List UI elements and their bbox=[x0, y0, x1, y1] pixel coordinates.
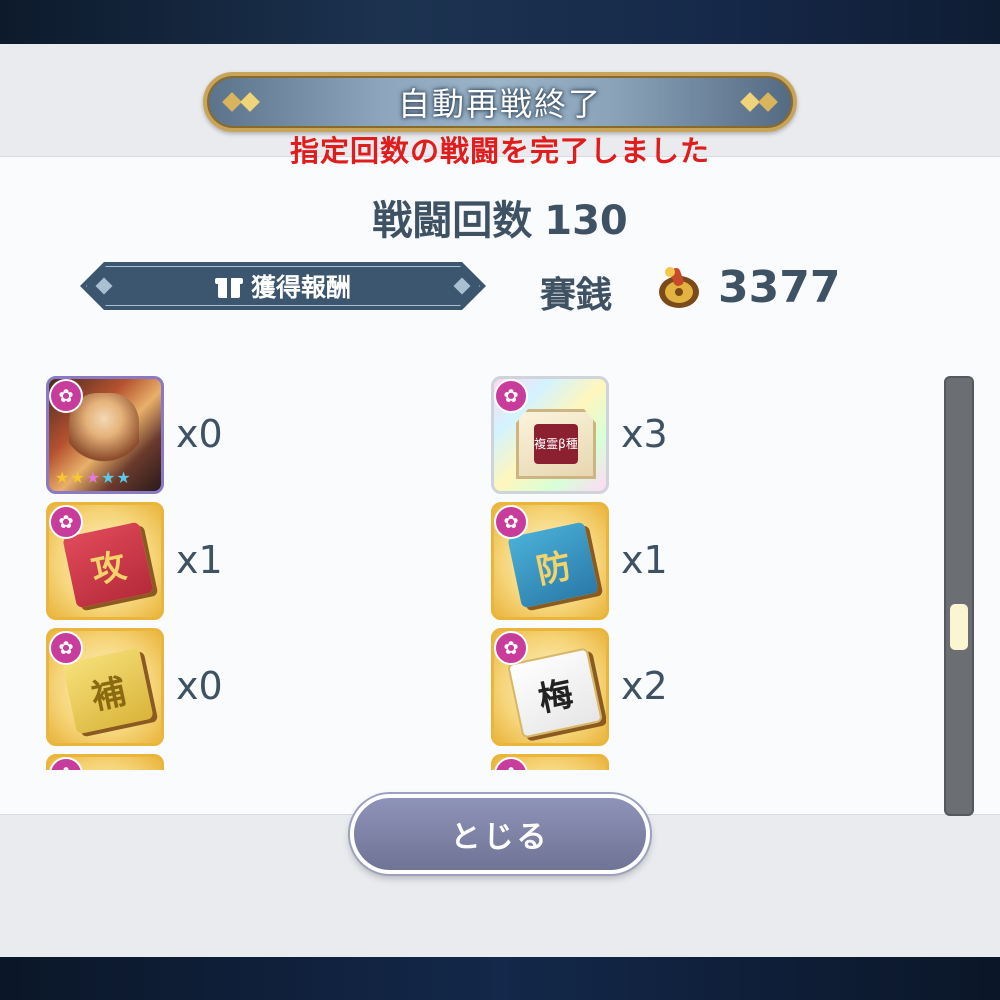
defense-book-icon: 防 ✿ bbox=[491, 502, 609, 620]
chrysanthemum-book-icon: 菊 ✿ bbox=[491, 754, 609, 770]
list-item[interactable]: 攻 ✿ x1 bbox=[46, 502, 376, 622]
flower-icon: ✿ bbox=[49, 631, 83, 665]
completion-notice: 指定回数の戦闘を完了しました bbox=[289, 134, 710, 168]
attack-book-icon: 攻 ✿ bbox=[46, 502, 164, 620]
coin-label: 賽銭 bbox=[540, 275, 613, 316]
plum-book-icon: 梅 ✿ bbox=[491, 628, 609, 746]
game-background-top bbox=[0, 0, 1000, 48]
item-quantity: x1 bbox=[176, 538, 223, 582]
flower-icon: ✿ bbox=[49, 505, 83, 539]
flower-icon: ✿ bbox=[49, 757, 83, 770]
reward-item-list[interactable]: ★★★★★ ✿ x0 複霊β種 ✿ x3 攻 ✿ x1 防 ✿ x1 補 ✿ x… bbox=[0, 330, 1000, 770]
orchid-book-icon: 蘭 ✿ bbox=[46, 754, 164, 770]
list-item[interactable]: 複霊β種 ✿ x3 bbox=[491, 376, 821, 496]
item-list-scrollbar[interactable] bbox=[944, 376, 974, 816]
list-item[interactable]: ★★★★★ ✿ x0 bbox=[46, 376, 376, 496]
list-item[interactable]: 補 ✿ x0 bbox=[46, 628, 376, 748]
list-item[interactable]: 防 ✿ x1 bbox=[491, 502, 821, 622]
scroll-thumb[interactable] bbox=[950, 604, 968, 650]
support-book-icon: 補 ✿ bbox=[46, 628, 164, 746]
ema-plaque-icon: 複霊β種 ✿ bbox=[491, 376, 609, 494]
gift-icon bbox=[214, 274, 243, 298]
game-background-bottom bbox=[0, 950, 1000, 1000]
reward-section-banner: 獲得報酬 bbox=[80, 262, 486, 310]
battle-count: 戦闘回数 130 bbox=[0, 188, 1000, 246]
flower-icon: ✿ bbox=[49, 379, 83, 413]
title-banner: 自動再戦終了 bbox=[203, 72, 797, 132]
battle-count-value: 130 bbox=[544, 198, 628, 244]
list-item[interactable]: 梅 ✿ x2 bbox=[491, 628, 821, 748]
character-card-icon: ★★★★★ ✿ bbox=[46, 376, 164, 494]
item-quantity: x2 bbox=[621, 664, 668, 708]
rarity-stars: ★★★★★ bbox=[55, 468, 132, 487]
item-quantity: x3 bbox=[621, 412, 668, 456]
dialog-title: 自動再戦終了 bbox=[397, 85, 602, 123]
flower-icon: ✿ bbox=[494, 379, 528, 413]
item-quantity: x1 bbox=[621, 538, 668, 582]
item-quantity: x0 bbox=[176, 412, 223, 456]
list-item[interactable]: 菊 ✿ x0 bbox=[491, 754, 821, 770]
coin-value: 3377 bbox=[718, 262, 841, 313]
flower-icon: ✿ bbox=[494, 505, 528, 539]
coin-pouch-icon bbox=[659, 267, 699, 308]
item-quantity: x0 bbox=[176, 664, 223, 708]
flower-icon: ✿ bbox=[494, 757, 528, 770]
close-button[interactable]: とじる bbox=[350, 794, 650, 874]
reward-section-label: 獲得報酬 bbox=[250, 273, 351, 302]
battle-count-label: 戦闘回数 bbox=[372, 198, 533, 244]
flower-icon: ✿ bbox=[494, 631, 528, 665]
list-item[interactable]: 蘭 ✿ x3 bbox=[46, 754, 376, 770]
